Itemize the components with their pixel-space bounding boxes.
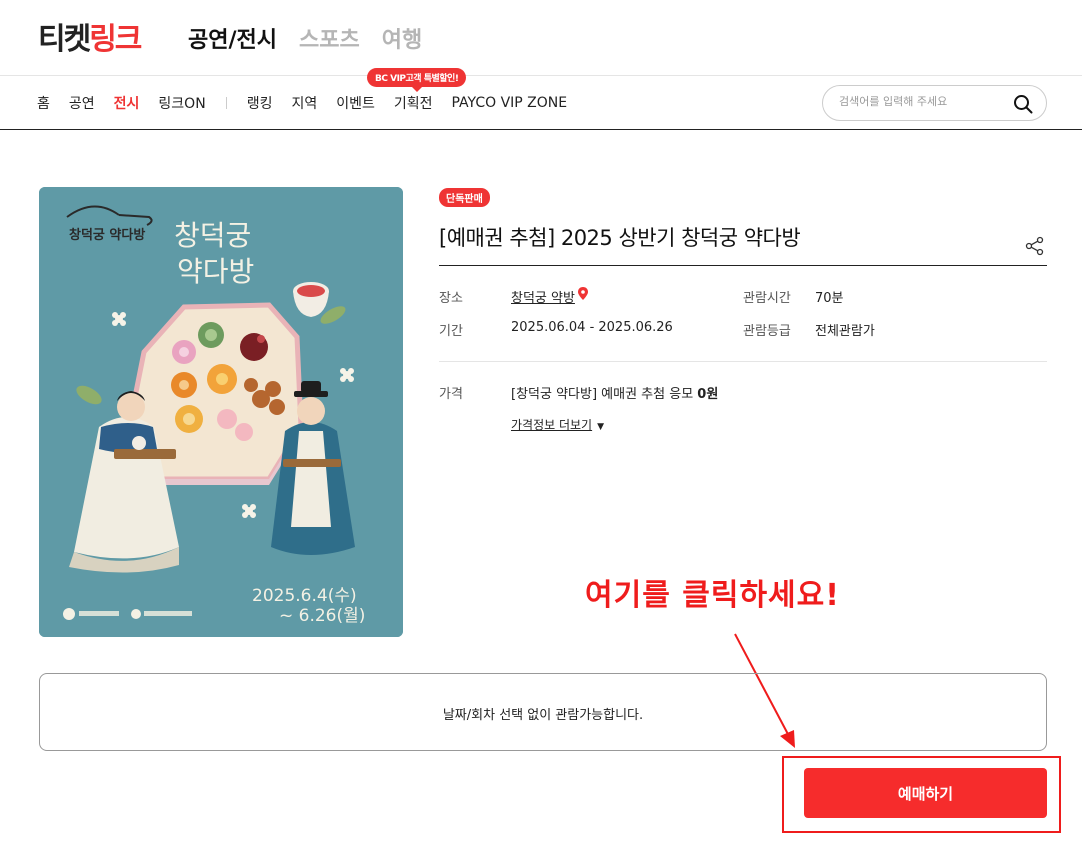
- nav-divider: [225, 97, 227, 109]
- top-bar: 티켓링크 공연/전시 스포츠 여행: [0, 0, 1082, 76]
- tab-sports[interactable]: 스포츠: [299, 22, 360, 54]
- sponsor-logo-2: [131, 609, 141, 619]
- price-info: [창덕궁 약다방] 예매권 추첨 응모 0원: [511, 383, 718, 402]
- promo-badge[interactable]: BC VIP고객 특별할인!: [367, 68, 467, 92]
- venue-link[interactable]: 창덕궁 약방: [511, 287, 575, 306]
- rating-label: 관람등급: [743, 324, 791, 339]
- venue-label: 장소: [439, 291, 463, 306]
- runtime-label: 관람시간: [743, 291, 791, 306]
- rating-row: 관람등급 전체관람가: [743, 320, 875, 339]
- logo[interactable]: 티켓링크: [38, 14, 142, 58]
- annotation-text: 여기를 클릭하세요!: [585, 578, 840, 613]
- product-title: [예매권 추첨] 2025 상반기 창덕궁 약다방: [439, 226, 801, 250]
- schedule-notice-text: 날짜/회차 선택 없이 관람가능합니다.: [442, 708, 644, 723]
- poster-title-line1: 창덕궁: [174, 219, 251, 252]
- nav-item-payco-vip[interactable]: PAYCO VIP ZONE: [452, 95, 568, 111]
- nav-item-linkon[interactable]: 링크ON: [158, 93, 205, 113]
- tab-travel[interactable]: 여행: [382, 22, 422, 54]
- nav-item-event[interactable]: 이벤트: [336, 93, 375, 113]
- search-icon[interactable]: [1013, 94, 1033, 114]
- runtime-value: 70분: [815, 291, 844, 306]
- price-description: [창덕궁 약다방] 예매권 추첨 응모: [511, 387, 694, 402]
- caret-down-icon: ▼: [597, 422, 605, 432]
- poster-image: 창덕궁 약다방 창덕궁 약다방 2025.6.4(수) ~ 6.26(월): [39, 187, 403, 637]
- poster-logo: 창덕궁 약다방: [69, 227, 145, 243]
- poster-illustration: 창덕궁 약다방 창덕궁 약다방 2025.6.4(수) ~ 6.26(월): [39, 187, 403, 637]
- poster-date-line2: ~ 6.26(월): [279, 606, 365, 626]
- nav-menu: 홈 공연 전시 링크ON 랭킹 지역 이벤트 기획전 PAYCO VIP ZON…: [37, 93, 586, 113]
- search-input[interactable]: [839, 95, 1009, 108]
- logo-main: 티켓: [38, 22, 91, 57]
- price-amount: 0원: [697, 387, 719, 402]
- nav-item-region[interactable]: 지역: [291, 93, 317, 113]
- poster-title-line2: 약다방: [177, 255, 254, 288]
- more-price-label: 가격정보 더보기: [511, 418, 593, 432]
- nav-item-home[interactable]: 홈: [37, 93, 50, 113]
- runtime-row: 관람시간 70분: [743, 287, 844, 306]
- price-label: 가격: [439, 387, 463, 402]
- nav-item-special[interactable]: 기획전: [394, 93, 433, 113]
- map-pin-icon[interactable]: [577, 287, 588, 300]
- period-label: 기간: [439, 324, 463, 339]
- share-icon[interactable]: [1025, 236, 1045, 256]
- category-tabs: 공연/전시 스포츠 여행: [188, 22, 422, 54]
- exclusive-badge: 단독판매: [439, 188, 490, 207]
- logo-accent: 링크: [89, 22, 142, 57]
- period-row: 기간 2025.06.04 - 2025.06.26: [439, 320, 673, 339]
- venue-row: 장소 창덕궁 약방: [439, 287, 588, 306]
- sponsor-logo-1: [63, 608, 75, 620]
- schedule-notice-box: 날짜/회차 선택 없이 관람가능합니다.: [39, 673, 1047, 751]
- tab-performance-exhibition[interactable]: 공연/전시: [188, 22, 277, 54]
- period-value: 2025.06.04 - 2025.06.26: [511, 320, 673, 335]
- poster-date-line1: 2025.6.4(수): [252, 586, 357, 606]
- nav-item-exhibition[interactable]: 전시: [114, 93, 140, 113]
- rating-value: 전체관람가: [815, 324, 875, 339]
- more-price-link[interactable]: 가격정보 더보기 ▼: [511, 416, 604, 433]
- search-box[interactable]: [822, 85, 1047, 121]
- title-divider: [439, 265, 1047, 266]
- nav-item-performance[interactable]: 공연: [69, 93, 95, 113]
- book-button[interactable]: 예매하기: [804, 768, 1047, 818]
- nav-item-ranking[interactable]: 랭킹: [247, 93, 273, 113]
- price-row: 가격 [창덕궁 약다방] 예매권 추첨 응모 0원: [439, 383, 718, 402]
- info-divider: [439, 361, 1047, 362]
